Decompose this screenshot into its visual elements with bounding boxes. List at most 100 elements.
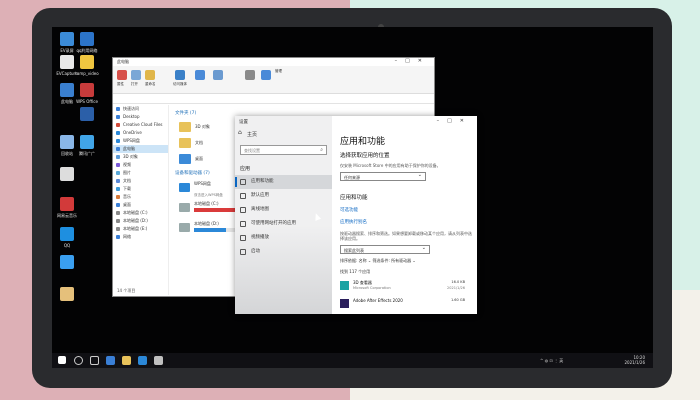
properties-icon[interactable]	[117, 70, 127, 80]
desktop-icon[interactable]: 腾讯广广	[74, 135, 100, 156]
desktop-icon[interactable]	[54, 287, 80, 303]
app-icon	[80, 83, 94, 97]
app-alias-link[interactable]: 应用执行别名	[340, 219, 475, 225]
nav-icon	[116, 131, 120, 135]
ribbon-label: 访问媒体	[173, 82, 187, 86]
nav-item[interactable]: 音乐	[113, 193, 168, 201]
system-tray[interactable]: ^ ◍ ⊡ ⋮ 英	[540, 358, 563, 364]
section-title: 应用和功能	[340, 195, 368, 201]
drive-icon	[179, 183, 190, 192]
nav-icon	[116, 227, 120, 231]
nav-item[interactable]: Creative Cloud Files	[113, 121, 168, 129]
sidebar-item[interactable]: 视频播放	[235, 231, 332, 245]
nav-item[interactable]: 文档	[113, 177, 168, 185]
nav-item[interactable]: WPS网盘	[113, 137, 168, 145]
nav-icon	[116, 219, 120, 223]
navigation-pane[interactable]: 快速访问 Desktop Creative Cloud Files OneDrive W…	[113, 105, 169, 295]
desktop-icon-label: 网易云音乐	[57, 213, 77, 218]
open-icon[interactable]	[131, 70, 141, 80]
folder-icon	[179, 122, 191, 132]
clock[interactable]: 10:20 2021/1/26	[624, 355, 645, 365]
desktop-icon-label: tamp_video	[75, 71, 99, 76]
nav-item[interactable]: 图片	[113, 169, 168, 177]
sidebar-item[interactable]: 应用和功能	[235, 175, 332, 189]
desktop-icon[interactable]	[54, 255, 80, 271]
desktop-icon[interactable]: 此电脑	[54, 83, 80, 104]
explorer-ribbon[interactable]: 属性 打开 重命名 访问媒体 管理	[113, 66, 434, 94]
sidebar-icon	[240, 221, 246, 227]
sidebar-item[interactable]: 启动	[235, 245, 332, 259]
page-title: 应用和功能	[340, 137, 386, 147]
desktop-icon[interactable]	[54, 167, 80, 183]
search-list-input[interactable]: 搜索此列表	[340, 245, 430, 254]
nav-item[interactable]: 本地磁盘 (D:)	[113, 217, 168, 225]
nav-icon	[116, 203, 120, 207]
nav-icon	[116, 123, 120, 127]
nav-icon	[116, 147, 120, 151]
search-icon[interactable]	[74, 356, 83, 365]
start-icon[interactable]	[58, 356, 66, 364]
desktop-icon[interactable]	[74, 107, 100, 123]
app-icon	[80, 32, 94, 46]
app-source-dropdown[interactable]: 任何来源	[340, 172, 426, 181]
nav-item[interactable]: 此电脑	[113, 145, 168, 153]
nav-item[interactable]: 桌面	[113, 201, 168, 209]
task-view-icon[interactable]	[90, 356, 99, 365]
app-icon	[60, 167, 74, 181]
nav-item[interactable]: 网络	[113, 233, 168, 241]
desktop-icon[interactable]: qq利用网络	[74, 32, 100, 53]
edge-icon[interactable]	[106, 356, 115, 365]
sidebar-icon	[240, 179, 246, 185]
category-title: 应用	[240, 166, 251, 172]
rename-icon[interactable]	[145, 70, 155, 80]
nav-icon	[116, 163, 120, 167]
desktop-icon-label: 腾讯广广	[79, 151, 95, 156]
nav-item[interactable]: Desktop	[113, 113, 168, 121]
settings-icon[interactable]	[245, 70, 255, 80]
sidebar-icon	[240, 193, 246, 199]
app-list-item[interactable]: Adobe After Effects 2020 1.60 GB	[340, 297, 475, 311]
desktop-icon[interactable]: QQ	[54, 227, 80, 248]
app-icon	[60, 135, 74, 149]
settings-search-input[interactable]: 查找设置 ⌕	[240, 145, 327, 155]
nav-item[interactable]: 视频	[113, 161, 168, 169]
nav-item[interactable]: 本地磁盘 (C:)	[113, 209, 168, 217]
drive-icon	[179, 223, 190, 232]
nav-icon	[116, 107, 120, 111]
app-icon	[80, 135, 94, 149]
settings-window[interactable]: 设置 主页 查找设置 ⌕ 应用 应用和功能默认应用离线地图可使用网站打开的应用视…	[235, 116, 477, 314]
nav-item[interactable]: 下载	[113, 185, 168, 193]
network-location-icon[interactable]	[213, 70, 223, 80]
address-bar[interactable]	[113, 94, 434, 104]
explorer-title: 此电脑	[117, 59, 129, 64]
optional-features-link[interactable]: 可选功能	[340, 207, 475, 213]
folder-icon	[179, 138, 191, 148]
nav-item[interactable]: 快速访问	[113, 105, 168, 113]
app-icon	[80, 55, 94, 69]
settings-main: –□✕ 应用和功能 选择获取应用的位置 仅安装 Microsoft Store …	[340, 116, 475, 314]
file-explorer-icon[interactable]	[122, 356, 131, 365]
sidebar-item[interactable]: 默认应用	[235, 189, 332, 203]
nav-icon	[116, 171, 120, 175]
nav-item[interactable]: 本地磁盘 (E:)	[113, 225, 168, 233]
app-list-item[interactable]: 3D 查看器 Microsoft Corporation 16.0 KB 202…	[340, 279, 475, 293]
nav-icon	[116, 115, 120, 119]
store-icon[interactable]	[138, 356, 147, 365]
nav-icon	[116, 235, 120, 239]
desktop-icon[interactable]: tamp_video	[74, 55, 100, 76]
settings-icon[interactable]	[154, 356, 163, 365]
ribbon-label: 重命名	[145, 82, 156, 86]
media-icon[interactable]	[175, 70, 185, 80]
nav-item[interactable]: 3D 对象	[113, 153, 168, 161]
window-controls[interactable]: –□✕	[395, 58, 430, 64]
desktop-icon[interactable]: 网易云音乐	[54, 197, 80, 218]
map-drive-icon[interactable]	[195, 70, 205, 80]
sort-filter-row[interactable]: 排序依据: 名称 ⌄ 筛选条件: 所有驱动器 ⌄	[340, 258, 475, 264]
manage-icon[interactable]	[261, 70, 271, 80]
ribbon-label: 属性	[117, 82, 124, 86]
app-icon	[60, 227, 74, 241]
nav-icon	[116, 211, 120, 215]
nav-item[interactable]: OneDrive	[113, 129, 168, 137]
home-link[interactable]: 主页	[235, 128, 332, 141]
window-controls[interactable]: –□✕	[437, 118, 472, 124]
